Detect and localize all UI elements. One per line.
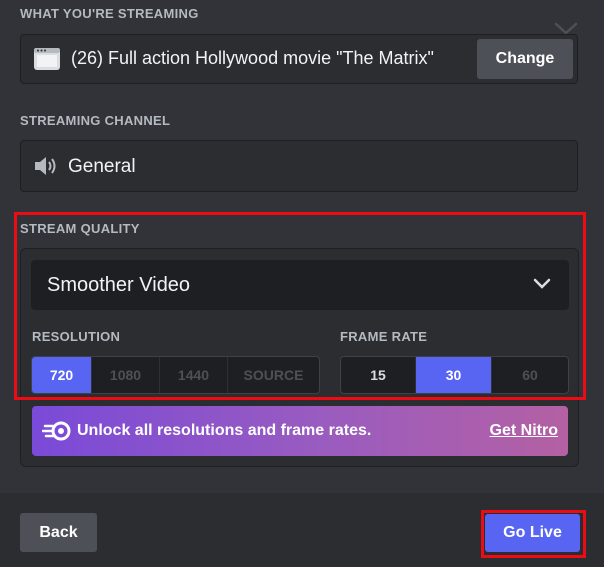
- change-source-button[interactable]: Change: [477, 39, 573, 79]
- resolution-option-source[interactable]: SOURCE: [228, 357, 319, 393]
- frame-rate-option-60[interactable]: 60: [492, 357, 568, 393]
- channel-name: General: [68, 156, 136, 177]
- resolution-option-720[interactable]: 720: [32, 357, 92, 393]
- streaming-source-box: (26) Full action Hollywood movie "The Ma…: [20, 34, 578, 84]
- chevron-down-icon: [533, 278, 551, 289]
- resolution-option-1080[interactable]: 1080: [92, 357, 160, 393]
- frame-rate-selector: 15 30 60: [340, 356, 569, 394]
- get-nitro-link[interactable]: Get Nitro: [490, 422, 558, 440]
- modal-footer: Back Go Live: [0, 493, 604, 567]
- go-live-button[interactable]: Go Live: [485, 514, 580, 552]
- speaker-icon: [35, 157, 56, 175]
- frame-rate-option-30[interactable]: 30: [416, 357, 492, 393]
- application-window-icon: [34, 48, 60, 70]
- back-button[interactable]: Back: [20, 513, 97, 552]
- streaming-channel-label: STREAMING CHANNEL: [20, 113, 171, 128]
- streaming-channel-box: General: [20, 140, 578, 192]
- resolution-option-1440[interactable]: 1440: [160, 357, 228, 393]
- nitro-icon: [42, 421, 71, 441]
- resolution-label: RESOLUTION: [32, 329, 121, 344]
- frame-rate-label: FRAME RATE: [340, 329, 428, 344]
- quality-preset-value: Smoother Video: [47, 274, 191, 296]
- streaming-source-label: WHAT YOU'RE STREAMING: [20, 6, 199, 21]
- frame-rate-option-15[interactable]: 15: [341, 357, 416, 393]
- nitro-upsell-banner: Unlock all resolutions and frame rates. …: [32, 406, 568, 456]
- nitro-upsell-text: Unlock all resolutions and frame rates.: [77, 422, 372, 439]
- stream-quality-label: STREAM QUALITY: [20, 221, 140, 236]
- streaming-source-title: (26) Full action Hollywood movie "The Ma…: [71, 48, 434, 68]
- quality-preset-select[interactable]: Smoother Video: [31, 260, 569, 310]
- resolution-selector: 720 1080 1440 SOURCE: [31, 356, 320, 394]
